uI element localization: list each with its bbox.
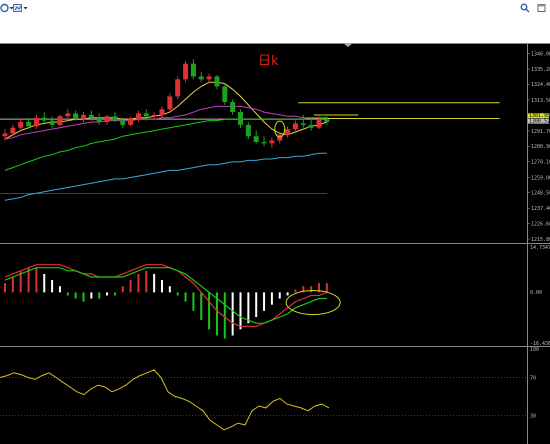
moving-average-line (4, 117, 327, 171)
candle-body (26, 122, 32, 127)
candle-body (316, 119, 322, 128)
candle-body (238, 112, 243, 125)
chart-icon[interactable] (13, 3, 23, 17)
candle-body (10, 127, 16, 134)
y-tick-label: 70 (530, 375, 536, 381)
y-tick-label: 1313.50 (531, 98, 550, 104)
y-tick-label: 1259.00 (531, 175, 550, 181)
candle-body (135, 113, 141, 120)
candle-body (190, 63, 196, 77)
y-tick-label: 1226.60 (531, 221, 550, 227)
y-tick-label: 100 (530, 347, 539, 353)
candle-body (269, 140, 275, 144)
window-icon[interactable] (537, 3, 547, 17)
candle-body (88, 114, 94, 118)
candle-body (245, 124, 251, 137)
candle-body (128, 119, 134, 125)
candle-body (151, 114, 157, 117)
candle-body (65, 113, 71, 117)
y-tick-label: 1335.20 (531, 67, 550, 73)
macd-panel: 14.73470.00-16.436 (4, 245, 550, 347)
y-tick-label: 1291.70 (531, 129, 550, 135)
chart-area: 1346.001335.201324.401313.501302.901291.… (0, 43, 550, 444)
candle-body (2, 133, 8, 137)
y-tick-label: 14.7347 (530, 245, 550, 251)
price-tag-label: 1300.52 (529, 119, 550, 125)
moving-average-line (4, 81, 327, 140)
candle-body (183, 63, 189, 80)
candle-body (214, 76, 220, 87)
candle-body (308, 124, 314, 128)
y-tick-label: 0.00 (530, 290, 542, 296)
toolbar (0, 0, 550, 44)
candle-body (112, 116, 118, 121)
price-panel: 1346.001335.201324.401313.501302.901291.… (0, 51, 550, 243)
oscillator-line (0, 369, 330, 431)
candle-body (292, 123, 298, 130)
scroll-marker-icon (343, 43, 353, 47)
candle-body (277, 134, 283, 141)
candle-body (73, 113, 79, 120)
candle-body (120, 120, 126, 125)
candle-body (104, 116, 110, 123)
candle-body (222, 86, 228, 103)
candle-body (285, 129, 291, 135)
candle-body (18, 122, 24, 128)
y-tick-label: 1346.00 (531, 51, 550, 57)
candle-body (33, 117, 39, 127)
candle-body (230, 102, 236, 113)
candle-body (167, 96, 173, 110)
refresh-icon[interactable] (0, 3, 9, 17)
candle-body (300, 123, 306, 125)
oscillator-panel: 100 70 30 (0, 347, 539, 431)
candle-body (57, 116, 63, 125)
y-tick-label: 30 (530, 413, 536, 419)
dropdown-icon[interactable] (23, 3, 28, 17)
candle-body (81, 114, 86, 120)
candle-body (198, 76, 204, 80)
search-icon[interactable] (520, 3, 530, 17)
candle-body (41, 117, 47, 121)
candle-body (206, 76, 212, 80)
candle-body (324, 119, 330, 123)
candle-body (253, 136, 259, 142)
y-tick-label: 1237.40 (531, 206, 550, 212)
candle-body (175, 79, 181, 97)
y-tick-label: 1324.40 (531, 82, 550, 88)
y-tick-label: 1215.80 (531, 237, 550, 243)
candle-body (49, 120, 55, 125)
y-tick-label: 1270.10 (531, 160, 550, 166)
candle-body (96, 117, 102, 123)
y-tick-label: 1248.50 (531, 190, 550, 196)
candle-body (261, 141, 267, 144)
candle-body (159, 109, 165, 115)
candle-body (143, 113, 149, 117)
y-tick-label: 1280.90 (531, 144, 550, 150)
chart-title: 日k (258, 54, 279, 69)
